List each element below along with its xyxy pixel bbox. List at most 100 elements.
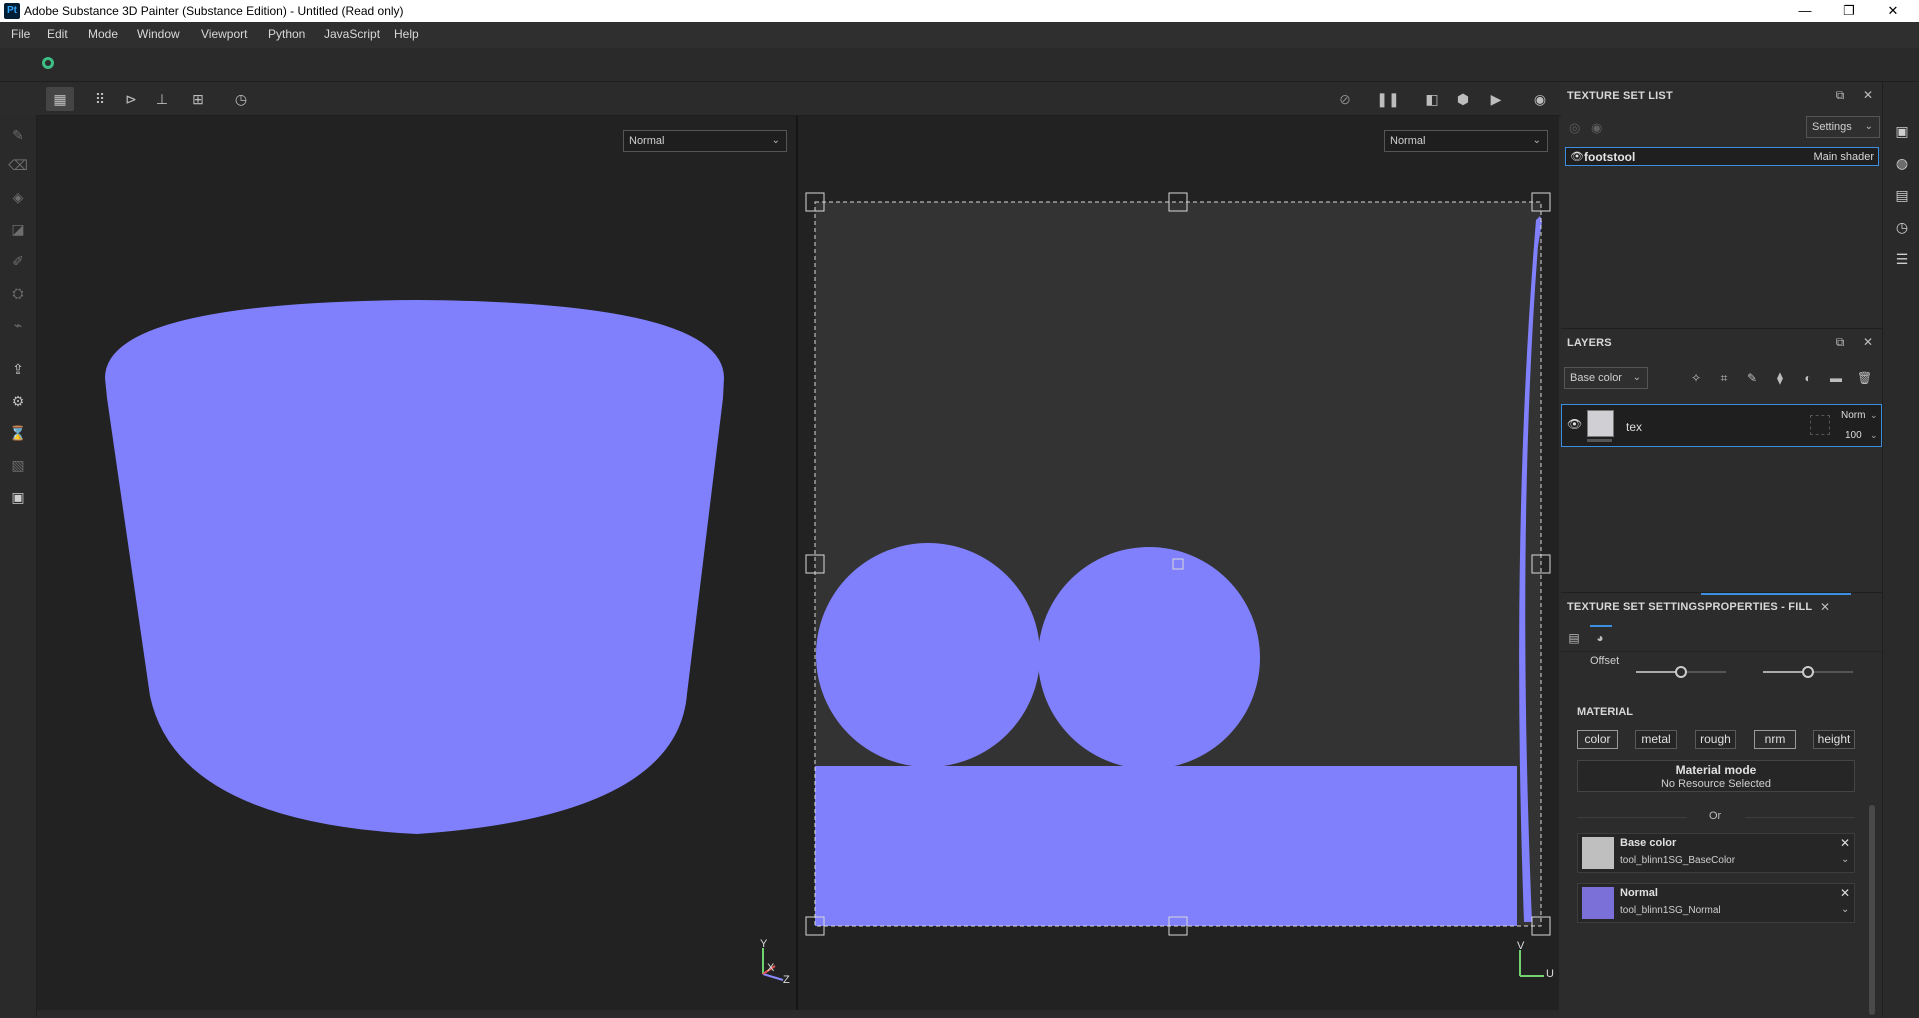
- material-mode-field[interactable]: Material mode No Resource Selected: [1577, 760, 1855, 792]
- layer-opacity[interactable]: 100: [1845, 430, 1862, 441]
- history-panel-icon[interactable]: ◷: [1893, 218, 1911, 236]
- plugin-icon[interactable]: ▣: [8, 487, 28, 507]
- layer-row[interactable]: 👁 tex Norm ⌄ 100 ⌄: [1561, 404, 1882, 447]
- uv-island-circle-1: [816, 543, 1040, 767]
- fill-properties-icon[interactable]: ▤: [1567, 631, 1581, 645]
- visibility-off-icon[interactable]: ⊘: [1331, 87, 1359, 111]
- viewport-toolbar: ▦ ⠿ ⊳ ⊥ ⊞ ◷ ⊘ ❚❚ ◧ ⬢ ▶ ◉: [36, 82, 1561, 116]
- minimize-button[interactable]: —: [1783, 0, 1827, 22]
- layer-blend-mode[interactable]: Norm: [1841, 410, 1865, 421]
- menu-viewport[interactable]: Viewport: [201, 27, 247, 41]
- menu-edit[interactable]: Edit: [47, 27, 68, 41]
- grid-view-icon[interactable]: ▦: [46, 87, 74, 111]
- close-window-button[interactable]: ✕: [1871, 0, 1915, 22]
- export-icon[interactable]: ⇪: [8, 359, 28, 379]
- menu-window[interactable]: Window: [137, 27, 180, 41]
- paint-brush-icon[interactable]: ✎: [8, 125, 28, 145]
- menu-javascript[interactable]: JavaScript: [324, 27, 380, 41]
- uv-layout: [805, 192, 1551, 977]
- normal-channel[interactable]: Normal tool_blinn1SG_Normal ✕ ⌄: [1577, 883, 1855, 923]
- menu-mode[interactable]: Mode: [88, 27, 118, 41]
- menu-bar: File Edit Mode Window Viewport Python Ja…: [0, 22, 1919, 48]
- offset-slider-v-thumb[interactable]: [1802, 666, 1814, 678]
- color-picker-icon[interactable]: ⌁: [8, 315, 28, 335]
- log-icon[interactable]: ☰: [1893, 250, 1911, 268]
- add-frame-icon[interactable]: ⊞: [184, 87, 212, 111]
- display-settings-icon[interactable]: ▣: [1893, 122, 1911, 140]
- 3d-cube-icon[interactable]: ⬢: [1449, 87, 1477, 111]
- footstool-mesh: [105, 300, 724, 834]
- add-smart-material-icon[interactable]: ◐: [1801, 371, 1815, 385]
- blend-chevron-icon[interactable]: ⌄: [1870, 410, 1878, 421]
- undock-icon[interactable]: ⧉: [1833, 88, 1847, 102]
- texture-set-shader[interactable]: Main shader: [1813, 151, 1874, 163]
- opacity-chevron-icon[interactable]: ⌄: [1870, 430, 1878, 441]
- screenshot-camera-icon[interactable]: ◉: [1526, 87, 1554, 111]
- status-ring-icon[interactable]: [42, 57, 54, 69]
- axis-y-label: Y: [760, 938, 768, 950]
- close-panel-icon[interactable]: ✕: [1861, 335, 1875, 349]
- history-icon[interactable]: ◷: [227, 87, 255, 111]
- properties-panel: TEXTURE SET SETTINGS PROPERTIES - FILL ✕…: [1561, 592, 1882, 1018]
- base-color-chevron-icon[interactable]: ⌄: [1841, 854, 1849, 865]
- texture-set-settings-dropdown[interactable]: Settings ⌄: [1806, 116, 1880, 138]
- material-sphere-icon[interactable]: ◕: [1593, 631, 1607, 645]
- eraser-icon[interactable]: ⌫: [8, 155, 28, 175]
- assets-icon[interactable]: ▤: [1893, 186, 1911, 204]
- pause-icon[interactable]: ❚❚: [1374, 87, 1402, 111]
- material-metal-button[interactable]: metal: [1635, 730, 1677, 749]
- tab-texture-set-settings[interactable]: TEXTURE SET SETTINGS: [1567, 601, 1705, 613]
- projection-icon[interactable]: ◈: [8, 187, 28, 207]
- add-fill-layer-icon[interactable]: ⧫: [1773, 371, 1787, 385]
- normal-remove-icon[interactable]: ✕: [1840, 886, 1850, 900]
- maximize-button[interactable]: ❐: [1827, 0, 1871, 22]
- texture-set-list-header: TEXTURE SET LIST ⧉ ✕: [1561, 82, 1882, 110]
- hide-icon[interactable]: ◎: [1569, 120, 1580, 136]
- right-dock-strip: ▣ ◍ ▤ ◷ ☰: [1882, 82, 1919, 1017]
- layers-header: LAYERS ⧉ ✕: [1561, 329, 1882, 357]
- shader-settings-icon[interactable]: ◍: [1893, 154, 1911, 172]
- material-nrm-button[interactable]: nrm: [1754, 730, 1796, 749]
- menu-python[interactable]: Python: [268, 27, 305, 41]
- tab-properties-fill[interactable]: PROPERTIES - FILL: [1705, 601, 1812, 613]
- material-color-button[interactable]: color: [1577, 730, 1618, 749]
- layer-channel-dropdown[interactable]: Base color ⌄: [1564, 367, 1648, 389]
- base-color-channel[interactable]: Base color tool_blinn1SG_BaseColor ✕ ⌄: [1577, 833, 1855, 873]
- normal-chevron-icon[interactable]: ⌄: [1841, 904, 1849, 915]
- add-mask-icon[interactable]: ⌗: [1717, 371, 1731, 385]
- tile-view-icon[interactable]: ⠿: [86, 87, 114, 111]
- camera-video-icon[interactable]: ▶: [1482, 87, 1510, 111]
- add-paint-layer-icon[interactable]: ✎: [1745, 371, 1759, 385]
- properties-scrollbar[interactable]: [1869, 805, 1875, 1015]
- layer-visibility-eye-icon[interactable]: 👁: [1567, 417, 1582, 431]
- add-effect-icon[interactable]: ✧: [1689, 371, 1703, 385]
- viewport-3d[interactable]: Normal ⌄ Y X Z: [37, 116, 796, 1010]
- base-color-remove-icon[interactable]: ✕: [1840, 836, 1850, 850]
- offset-slider-u-thumb[interactable]: [1675, 666, 1687, 678]
- polygon-fill-icon[interactable]: ◪: [8, 219, 28, 239]
- show-icon[interactable]: ◉: [1591, 120, 1602, 136]
- viewport-2d[interactable]: Normal ⌄ V U: [798, 116, 1559, 1010]
- material-height-button[interactable]: height: [1813, 730, 1855, 749]
- layer-mask-slot[interactable]: [1810, 415, 1830, 435]
- texture-set-row[interactable]: 👁 footstool Main shader: [1565, 147, 1879, 166]
- material-rough-button[interactable]: rough: [1695, 730, 1736, 749]
- close-tab-icon[interactable]: ✕: [1818, 600, 1832, 614]
- menu-help[interactable]: Help: [394, 27, 419, 41]
- undock-icon[interactable]: ⧉: [1833, 335, 1847, 349]
- iray-icon[interactable]: ▧: [8, 455, 28, 475]
- visibility-eye-icon[interactable]: 👁: [1570, 150, 1584, 163]
- bake-icon[interactable]: ⌛: [8, 423, 28, 443]
- smudge-icon[interactable]: ✐: [8, 251, 28, 271]
- symmetry-y-icon[interactable]: ⊥: [148, 87, 176, 111]
- delete-layer-icon[interactable]: 🗑: [1857, 371, 1872, 385]
- material-mode-value: No Resource Selected: [1660, 778, 1772, 790]
- settings-gear-icon[interactable]: ⚙: [8, 391, 28, 411]
- add-folder-icon[interactable]: ▬: [1829, 371, 1843, 385]
- menu-file[interactable]: File: [11, 27, 30, 41]
- material-section-title: MATERIAL: [1577, 706, 1634, 718]
- symmetry-x-icon[interactable]: ⊳: [117, 87, 145, 111]
- clone-stamp-icon[interactable]: ⛭: [8, 283, 28, 303]
- close-panel-icon[interactable]: ✕: [1861, 88, 1875, 102]
- split-view-icon[interactable]: ◧: [1418, 87, 1446, 111]
